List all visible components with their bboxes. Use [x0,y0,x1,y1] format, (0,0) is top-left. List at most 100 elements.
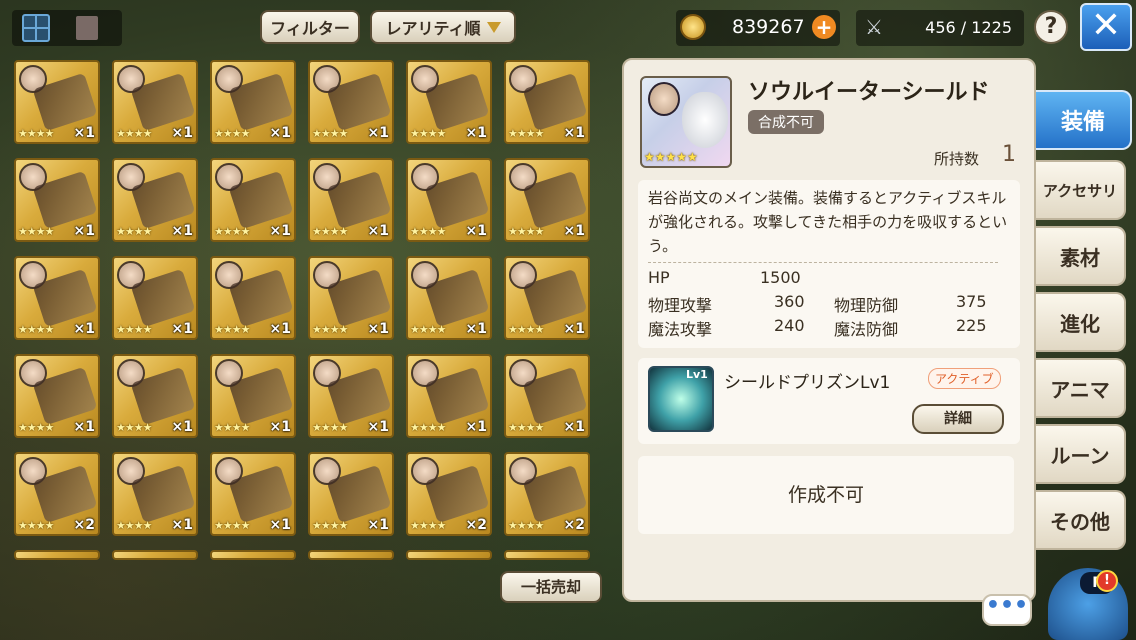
item-quantity: ×1 [563,125,585,141]
tab-evolution[interactable]: 進化 [1036,292,1126,352]
inventory-capacity: ⚔ 456 / 1225 [856,10,1024,46]
inventory-item[interactable]: ★★★★ ×1 [406,256,492,340]
inventory-item-partial[interactable] [406,550,492,560]
rarity-stars: ★★★★ [312,225,348,238]
item-quantity: ×1 [465,223,487,239]
item-quantity: ×1 [269,517,291,533]
mascot-button[interactable]: F ! [1040,556,1136,640]
inventory-item-partial[interactable] [14,550,100,560]
rarity-stars: ★★★★ [18,421,54,434]
rarity-stars: ★★★★ [116,225,152,238]
inventory-item[interactable]: ★★★★ ×1 [210,60,296,144]
create-status: 作成不可 [638,456,1014,534]
inventory-item[interactable]: ★★★★ ×1 [14,60,100,144]
item-quantity: ×1 [269,223,291,239]
inventory-item[interactable]: ★★★★ ×1 [308,452,394,536]
inventory-item[interactable]: ★★★★ ×1 [504,158,590,242]
skill-name: シールドプリズンLv1 [724,373,891,393]
add-coin-button[interactable]: + [812,15,836,39]
inventory-item[interactable]: ★★★★ ×1 [406,60,492,144]
rarity-stars: ★★★★ [18,519,54,532]
inventory-item[interactable]: ★★★★ ×1 [308,354,394,438]
list-view-icon[interactable] [76,16,98,40]
inventory-item[interactable]: ★★★★ ×1 [112,354,198,438]
stat-pdef-label: 物理防御 [834,296,899,315]
stat-mdef-label: 魔法防御 [834,320,899,339]
stat-hp-label: HP [648,268,670,287]
alert-icon: ! [1096,570,1118,592]
inventory-item[interactable]: ★★★★ ×1 [210,452,296,536]
inventory-item[interactable]: ★★★★ ×1 [308,158,394,242]
stat-pdef-value: 375 [956,292,987,311]
rarity-stars: ★★★★ [410,127,446,140]
inventory-item[interactable]: ★★★★ ×1 [112,60,198,144]
inventory-item-partial[interactable] [112,550,198,560]
item-quantity: ×1 [563,223,585,239]
tab-accessory[interactable]: アクセサリ [1036,160,1126,220]
help-button[interactable]: ? [1034,10,1068,44]
tab-other[interactable]: その他 [1036,490,1126,550]
rarity-stars: ★★★★ [18,323,54,336]
inventory-item[interactable]: ★★★★ ×1 [504,60,590,144]
inventory-item[interactable]: ★★★★ ×1 [504,354,590,438]
sort-dropdown[interactable]: レアリティ順 [370,10,516,44]
rarity-stars: ★★★★ [508,421,544,434]
inventory-item[interactable]: ★★★★ ×1 [112,256,198,340]
rarity-stars: ★★★★ [312,519,348,532]
inventory-item[interactable]: ★★★★ ×1 [14,256,100,340]
coin-icon [680,14,706,40]
rarity-stars: ★★★★ [410,323,446,336]
inventory-item[interactable]: ★★★★ ×1 [112,158,198,242]
inventory-item[interactable]: ★★★★ ×1 [210,158,296,242]
item-quantity: ×2 [73,517,95,533]
tab-anima[interactable]: アニマ [1036,358,1126,418]
inventory-item[interactable]: ★★★★ ×2 [406,452,492,536]
tab-material[interactable]: 素材 [1036,226,1126,286]
item-quantity: ×1 [367,223,389,239]
rarity-stars: ★★★★ [116,323,152,336]
rarity-stars: ★★★★ [508,519,544,532]
inventory-item[interactable]: ★★★★ ×1 [210,354,296,438]
rarity-stars: ★★★★ [214,421,250,434]
grid-view-icon[interactable] [22,14,50,42]
filter-button[interactable]: フィルター [260,10,360,44]
inventory-item[interactable]: ★★★★ ×2 [14,452,100,536]
rarity-stars: ★★★★ [508,127,544,140]
inventory-item-partial[interactable] [504,550,590,560]
inventory-item[interactable]: ★★★★ ×1 [504,256,590,340]
chat-button[interactable]: ••• [982,594,1032,626]
inventory-item[interactable]: ★★★★ ×1 [406,354,492,438]
view-toggle [12,10,122,46]
tab-equipment[interactable]: 装備 [1036,90,1132,150]
inventory-item-partial[interactable] [308,550,394,560]
inventory-item[interactable]: ★★★★ ×1 [14,354,100,438]
item-thumbnail: ★★★★★ [640,76,732,168]
inventory-item[interactable]: ★★★★ ×1 [14,158,100,242]
skill-detail-button[interactable]: 詳細 [912,404,1004,434]
coin-amount: 839267 [732,16,805,38]
stat-patk-label: 物理攻撃 [648,296,713,315]
filter-label: フィルター [270,19,350,38]
inventory-item[interactable]: ★★★★ ×1 [308,256,394,340]
rarity-stars: ★★★★ [116,127,152,140]
inventory-item[interactable]: ★★★★ ×1 [112,452,198,536]
rarity-stars: ★★★★ [508,323,544,336]
inventory-item[interactable]: ★★★★ ×1 [210,256,296,340]
close-button[interactable]: ✕ [1080,3,1132,51]
item-quantity: ×1 [171,223,193,239]
rarity-stars: ★★★★ [214,519,250,532]
inventory-item-partial[interactable] [210,550,296,560]
item-quantity: ×1 [465,419,487,435]
sort-label: レアリティ順 [385,19,481,38]
inventory-item[interactable]: ★★★★ ×1 [406,158,492,242]
inventory-item[interactable]: ★★★★ ×1 [308,60,394,144]
rarity-stars: ★★★★ [312,127,348,140]
inventory-item[interactable]: ★★★★ ×2 [504,452,590,536]
divider [648,262,998,264]
item-quantity: ×1 [171,517,193,533]
sell-all-button[interactable]: 一括売却 [500,571,602,603]
rarity-stars: ★★★★ [214,323,250,336]
item-quantity: ×1 [171,125,193,141]
item-quantity: ×1 [73,223,95,239]
tab-rune[interactable]: ルーン [1036,424,1126,484]
